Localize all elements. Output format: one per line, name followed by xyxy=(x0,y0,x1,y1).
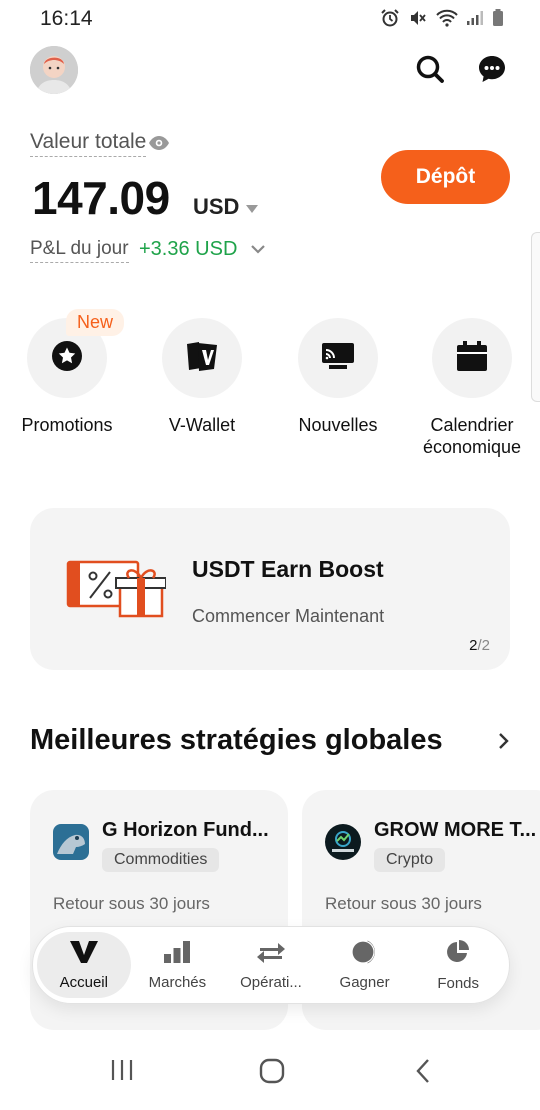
banner-subtitle[interactable]: Commencer Maintenant xyxy=(192,606,384,627)
nav-label: Accueil xyxy=(59,973,108,991)
shortcut-v-wallet[interactable]: V-Wallet xyxy=(137,318,267,436)
currency-selector[interactable]: USD xyxy=(193,194,239,220)
bottom-nav: Accueil Marchés Opérati... Gagner Fonds xyxy=(32,926,510,1004)
eye-icon[interactable] xyxy=(148,135,170,156)
return-label: Retour sous 30 jours xyxy=(53,894,210,913)
new-badge: New xyxy=(66,309,125,336)
avatar[interactable] xyxy=(30,46,78,94)
wifi-icon xyxy=(436,9,458,27)
strategy-name: GROW MORE T... xyxy=(374,819,537,841)
pnl-value: +3.36 USD xyxy=(139,238,238,260)
strategy-tag: Crypto xyxy=(374,848,446,872)
shortcut-icon-circle xyxy=(298,318,378,398)
total-value-label[interactable]: Valeur totale xyxy=(30,130,147,157)
shortcut-label-line2: économique xyxy=(422,437,522,457)
banner-page-total: /2 xyxy=(477,637,490,654)
nav-label: Opérati... xyxy=(240,973,302,991)
strategy-name: G Horizon Fund... xyxy=(102,819,269,841)
chevron-down-icon[interactable] xyxy=(250,242,266,260)
back-icon[interactable] xyxy=(414,1058,432,1089)
deposit-button[interactable]: Dépôt xyxy=(381,150,510,204)
status-time: 16:14 xyxy=(40,7,93,30)
bar-chart-icon xyxy=(163,940,191,969)
nav-accueil[interactable]: Accueil xyxy=(37,932,131,998)
caret-down-icon[interactable] xyxy=(246,200,258,218)
shortcut-label: Nouvelles xyxy=(298,415,378,435)
home-icon[interactable] xyxy=(259,1058,285,1089)
banner-title: USDT Earn Boost xyxy=(192,556,384,582)
gift-voucher-icon xyxy=(66,558,167,625)
return-label: Retour sous 30 jours xyxy=(325,894,482,913)
signal-icon xyxy=(466,10,484,26)
nav-label: Marchés xyxy=(148,973,207,991)
shortcut-label-line1: Calendrier xyxy=(430,415,514,435)
calendar-icon xyxy=(456,340,488,377)
shortcut-label: V-Wallet xyxy=(168,415,236,435)
nav-label: Fonds xyxy=(437,974,480,992)
wallet-icon xyxy=(184,340,220,377)
shortcut-icon-circle xyxy=(432,318,512,398)
search-icon[interactable] xyxy=(413,52,447,86)
strategy-tag: Commodities xyxy=(102,848,220,872)
nav-label: Gagner xyxy=(339,973,390,991)
promo-banner[interactable]: USDT Earn Boost Commencer Maintenant 2/2 xyxy=(30,508,510,670)
nav-marches[interactable]: Marchés xyxy=(131,932,225,998)
swap-arrows-icon xyxy=(256,940,286,969)
home-logo-icon xyxy=(69,940,99,969)
g-horizon-logo-icon xyxy=(53,824,89,860)
grow-more-logo-icon xyxy=(325,824,361,860)
status-icons xyxy=(380,8,504,28)
shortcut-calendrier[interactable]: Calendrier économique xyxy=(407,318,537,458)
chevron-right-icon[interactable] xyxy=(497,731,511,756)
total-amount: 147.09 xyxy=(32,172,170,224)
mute-icon xyxy=(408,8,428,28)
alarm-icon xyxy=(380,8,400,28)
battery-icon xyxy=(492,9,504,27)
nav-gagner[interactable]: Gagner xyxy=(318,932,412,998)
shortcut-icon-circle xyxy=(162,318,242,398)
pie-chart-icon xyxy=(445,939,471,970)
pnl-label[interactable]: P&L du jour xyxy=(30,238,129,263)
shortcut-nouvelles[interactable]: Nouvelles xyxy=(273,318,403,436)
nav-operations[interactable]: Opérati... xyxy=(224,932,318,998)
star-icon xyxy=(50,339,84,378)
news-icon xyxy=(321,341,355,376)
recent-apps-icon[interactable] xyxy=(110,1058,134,1087)
chat-icon[interactable] xyxy=(475,52,509,86)
shortcut-label: Promotions xyxy=(21,415,113,435)
coin-icon xyxy=(350,939,379,969)
nav-fonds[interactable]: Fonds xyxy=(411,932,505,998)
section-title: Meilleures stratégies globales xyxy=(30,724,443,756)
status-bar: 16:14 xyxy=(0,0,540,40)
banner-pagination: 2/2 xyxy=(469,637,490,654)
